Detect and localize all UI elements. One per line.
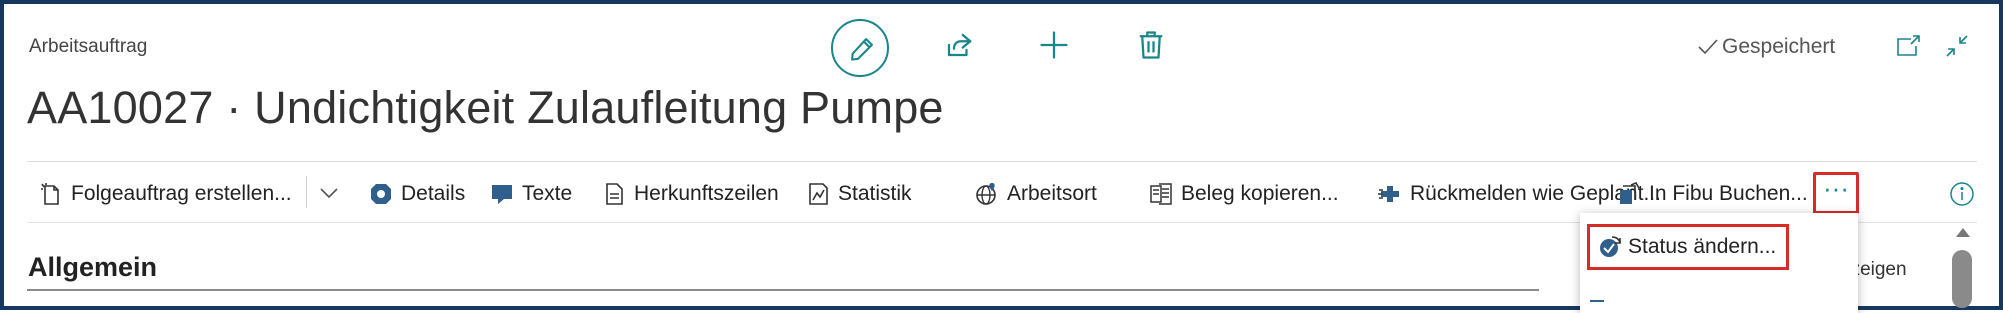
delete-icon — [1139, 31, 1163, 59]
edit-icon — [851, 38, 873, 61]
action-statistik[interactable]: Statistik — [806, 180, 912, 208]
entity-type-label: Arbeitsauftrag — [29, 36, 148, 57]
info-icon — [1950, 182, 1974, 206]
globe-icon — [976, 183, 996, 205]
text-icon — [492, 185, 512, 204]
chevron-down-icon — [320, 188, 338, 199]
collapse-button[interactable] — [1944, 33, 1970, 64]
action-label: Statistik — [838, 182, 912, 205]
action-beleg-kopieren[interactable]: Beleg kopieren... — [1149, 180, 1339, 208]
checkmark-icon — [1698, 39, 1718, 55]
action-label: Beleg kopieren... — [1181, 182, 1339, 205]
action-herkunftszeilen[interactable]: Herkunftszeilen — [602, 180, 779, 208]
action-label: Texte — [522, 182, 573, 205]
menu-item-label: Status ändern... — [1628, 235, 1777, 258]
delete-button[interactable] — [1137, 30, 1165, 65]
action-folgeauftrag-erstellen[interactable]: Folgeauftrag erstellen... — [39, 180, 292, 208]
post-to-gl-icon — [1620, 182, 1640, 204]
action-details[interactable]: Details — [369, 180, 465, 208]
page-title: AA10027 · Undichtigkeit Zulaufleitung Pu… — [27, 82, 944, 133]
action-separator — [306, 176, 307, 208]
post-icon — [1378, 186, 1399, 202]
action-label: Arbeitsort — [1007, 182, 1097, 205]
action-label: In Fibu Buchen... — [1649, 182, 1808, 205]
action-dropdown-toggle[interactable] — [318, 185, 340, 206]
action-arbeitsort[interactable]: Arbeitsort — [975, 180, 1097, 208]
open-new-window-button[interactable] — [1895, 34, 1921, 63]
details-icon — [371, 184, 391, 204]
action-label: Details — [401, 182, 466, 205]
open-new-window-icon — [1897, 35, 1920, 56]
action-label: Folgeauftrag erstellen... — [71, 182, 292, 205]
section-title-allgemein[interactable]: Allgemein — [28, 252, 157, 283]
scrollbar-thumb[interactable] — [1952, 250, 1972, 308]
status-change-icon — [1600, 236, 1621, 257]
menu-item-status-aendern[interactable]: Status ändern... — [1587, 224, 1789, 270]
next-menu-item-icon — [1590, 300, 1604, 308]
copy-document-icon — [1150, 183, 1172, 205]
add-icon — [1040, 31, 1068, 59]
statistics-icon — [809, 183, 828, 205]
more-actions-button[interactable]: ··· — [1813, 172, 1859, 214]
header-divider — [27, 161, 1977, 162]
share-button[interactable] — [944, 30, 974, 65]
saved-status-label: Gespeichert — [1722, 35, 1836, 58]
action-texte[interactable]: Texte — [490, 180, 572, 208]
share-icon — [947, 33, 972, 57]
new-button[interactable] — [1039, 30, 1069, 65]
action-label: Herkunftszeilen — [634, 182, 779, 205]
new-document-icon — [41, 183, 59, 205]
document-icon — [606, 183, 623, 205]
action-in-fibu-buchen[interactable]: In Fibu Buchen... — [1617, 180, 1808, 208]
scroll-up-arrow[interactable] — [1956, 228, 1970, 237]
section-underline — [27, 289, 1539, 291]
info-button[interactable] — [1949, 181, 1975, 212]
edit-button[interactable] — [831, 19, 889, 77]
collapse-icon — [1946, 35, 1968, 57]
saved-status: Gespeichert — [1697, 35, 1835, 59]
